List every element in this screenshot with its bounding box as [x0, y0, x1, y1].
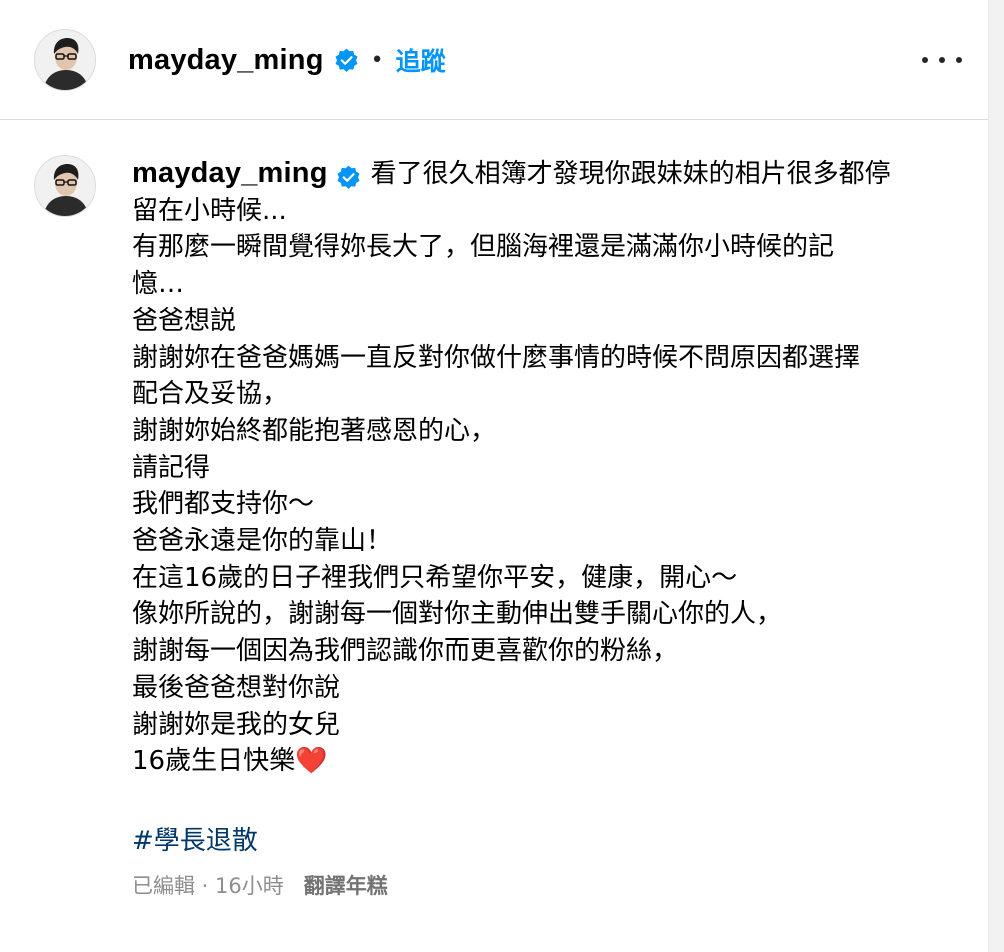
separator-dot: • — [370, 47, 384, 73]
page-background-edge — [989, 0, 1004, 952]
header-username[interactable]: mayday_ming — [128, 44, 324, 77]
caption-line: 在這16歲的日子裡我們只希望你平安，健康，開心～ — [132, 562, 738, 593]
caption-text: 16歲生日快樂 — [132, 746, 296, 777]
more-dot — [939, 57, 945, 63]
caption-line: 爸爸想説 — [132, 305, 237, 336]
caption-username[interactable]: mayday_ming — [132, 155, 328, 192]
edited-timestamp[interactable]: 已編輯 · 16小時 — [132, 870, 284, 900]
caption-meta: 已編輯 · 16小時 翻譯年糕 — [132, 870, 388, 900]
caption-line: 爸爸永遠是你的靠山！ — [132, 526, 393, 557]
caption-line: 16歲生日快樂❤️ — [132, 743, 932, 780]
caption-line: 留在小時候... — [132, 195, 287, 226]
caption-line: 謝謝妳是我的女兒 — [132, 709, 341, 740]
translate-button[interactable]: 翻譯年糕 — [304, 870, 388, 900]
post-caption: mayday_ming 看了很久相簿才發現你跟妹妹的相片很多都停 留在小時候..… — [132, 155, 932, 780]
caption-line: 謝謝妳始終都能抱著感恩的心， — [132, 415, 497, 446]
more-dot — [956, 57, 962, 63]
caption-line: mayday_ming 看了很久相簿才發現你跟妹妹的相片很多都停 — [132, 155, 932, 193]
more-options-icon[interactable] — [922, 46, 962, 74]
caption-line: 我們都支持你～ — [132, 489, 315, 520]
heart-icon: ❤️ — [295, 746, 328, 777]
post-header: mayday_ming • 追蹤 — [0, 0, 988, 120]
caption-avatar[interactable] — [34, 155, 96, 217]
header-name-row: mayday_ming • 追蹤 — [128, 38, 446, 82]
caption-line: 有那麼一瞬間覺得妳長大了，但腦海裡還是滿滿你小時候的記 — [132, 232, 835, 263]
more-dot — [922, 57, 928, 63]
hashtag-link[interactable]: #學長退散 — [132, 820, 258, 857]
avatar[interactable] — [34, 29, 96, 91]
caption-line: 配合及妥協， — [132, 379, 289, 410]
caption-line: 謝謝妳在爸爸媽媽一直反對你做什麼事情的時候不問原因都選擇 — [132, 342, 861, 373]
post-comments-panel: mayday_ming • 追蹤 mayday_ming 看了很久相簿才發現你跟… — [0, 0, 989, 952]
caption-line: 請記得 — [132, 452, 211, 483]
caption-author: mayday_ming — [132, 155, 361, 192]
caption-line: 謝謝每一個因為我們認識你而更喜歡你的粉絲， — [132, 636, 679, 667]
caption-line: 最後爸爸想對你說 — [132, 672, 341, 703]
follow-button[interactable]: 追蹤 — [396, 42, 446, 78]
verified-badge-icon — [336, 164, 361, 189]
caption-text: 看了很久相簿才發現你跟妹妹的相片很多都停 — [370, 159, 891, 189]
verified-badge-icon — [334, 48, 359, 73]
caption-line: 像妳所說的，謝謝每一個對你主動伸出雙手關心你的人， — [132, 599, 783, 630]
caption-line: 憶… — [132, 269, 185, 300]
